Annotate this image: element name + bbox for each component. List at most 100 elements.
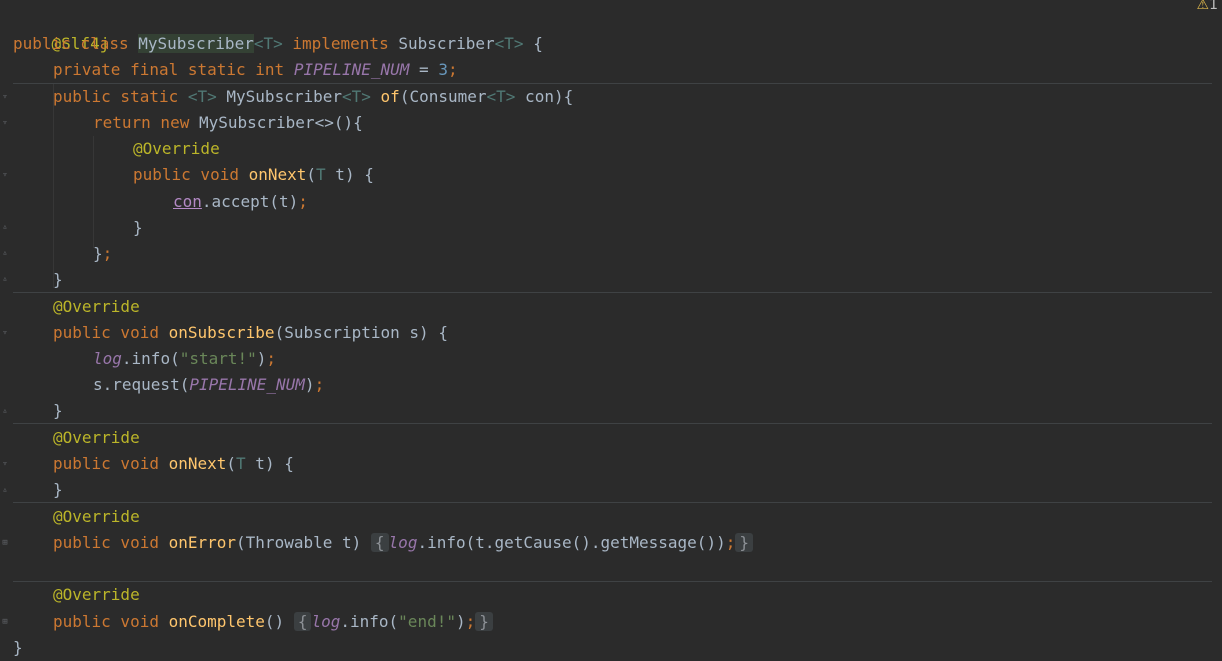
fold-end-icon[interactable]: ▵ (1, 249, 9, 258)
method-separator (13, 292, 1212, 293)
fold-marker-icon[interactable]: ▿ (1, 93, 9, 102)
keyword: return new (93, 113, 199, 132)
brace: } (13, 638, 23, 657)
type-param: T (316, 165, 326, 184)
keyword: public static (53, 87, 188, 106)
code-line-10[interactable]: }; (93, 241, 112, 267)
code-line-2[interactable]: public class MySubscriber<T> implements … (13, 31, 543, 57)
params: (Throwable t) (236, 533, 362, 552)
fold-marker-icon[interactable]: ▿ (1, 460, 9, 469)
code-line-24[interactable]: } (13, 635, 23, 661)
string-literal: "start!" (179, 349, 257, 368)
type-param: <T> (486, 87, 516, 106)
method-name: onNext (248, 165, 307, 184)
code-line-12[interactable]: @Override (53, 294, 140, 320)
code-text: .info( (340, 612, 399, 631)
semicolon: ; (102, 244, 113, 263)
type-param: <T> (494, 34, 524, 53)
annotation: @Override (53, 507, 140, 526)
expand-fold-icon[interactable]: ⊞ (1, 618, 9, 627)
method-name: onSubscribe (168, 323, 275, 342)
operator: = (409, 60, 439, 79)
code-text: MySubscriber<>(){ (198, 113, 363, 132)
code-line-14[interactable]: log.info("start!"); (93, 346, 276, 372)
brace: } (133, 218, 143, 237)
code-line-22[interactable]: @Override (53, 582, 140, 608)
code-text: .info( (121, 349, 180, 368)
annotation: @Override (53, 585, 140, 604)
brace: } (53, 401, 63, 420)
code-line-18[interactable]: public void onNext(T t) { (53, 451, 294, 477)
fold-marker-icon[interactable]: ▿ (1, 119, 9, 128)
code-line-6[interactable]: @Override (133, 136, 220, 162)
semicolon: ; (314, 375, 325, 394)
code-line-13[interactable]: public void onSubscribe(Subscription s) … (53, 320, 448, 346)
fold-marker-icon[interactable]: ▿ (1, 329, 9, 338)
class-name: MySubscriber (138, 34, 254, 53)
type-param: <T> (342, 87, 371, 106)
code-line-1[interactable]: @Slf4j (13, 5, 110, 53)
code-line-19[interactable]: } (53, 477, 63, 503)
fold-marker-icon[interactable]: ▿ (1, 171, 9, 180)
code-line-15[interactable]: s.request(PIPELINE_NUM); (93, 372, 324, 398)
constant: PIPELINE_NUM (293, 60, 410, 79)
folded-brace-close[interactable]: } (475, 612, 493, 631)
keyword: public class (13, 34, 139, 53)
semicolon: ; (725, 533, 736, 552)
type-param: <T> (187, 87, 217, 106)
code-line-17[interactable]: @Override (53, 425, 140, 451)
code-line-8[interactable]: con.accept(t); (173, 189, 308, 215)
paren: ) (256, 349, 267, 368)
number: 3 (438, 60, 448, 79)
folded-brace-close[interactable]: } (735, 533, 753, 552)
code-line-9[interactable]: } (133, 215, 143, 241)
keyword: public void (53, 323, 169, 342)
code-line-7[interactable]: public void onNext(T t) { (133, 162, 374, 188)
method-separator (13, 423, 1212, 424)
logger-field: log (311, 612, 341, 631)
params: (Consumer (399, 87, 487, 106)
annotation: @Override (133, 139, 220, 158)
logger-field: log (388, 533, 418, 552)
expand-fold-icon[interactable]: ⊞ (1, 539, 9, 548)
keyword: public void (53, 533, 169, 552)
code-line-5[interactable]: return new MySubscriber<>(){ (93, 110, 363, 136)
folded-brace-open[interactable]: { (293, 612, 312, 631)
code-editor[interactable]: ▿ ▿ ▿ ▵ ▵ ▵ ▿ ▵ ▿ ▵ ⊞ ⊞ ⚠1 @Slf4j public… (0, 0, 1222, 659)
paren: ( (226, 454, 237, 473)
logger-field: log (93, 349, 122, 368)
type-param: T (236, 454, 246, 473)
code-line-23[interactable]: public void onComplete() {log.info("end!… (53, 609, 493, 635)
captured-variable: con (173, 192, 202, 211)
folded-brace-open[interactable]: { (370, 533, 389, 552)
code-line-4[interactable]: public static <T> MySubscriber<T> of(Con… (53, 84, 573, 110)
code-line-21[interactable]: public void onError(Throwable t) {log.in… (53, 530, 753, 556)
params-rest: con){ (515, 87, 574, 106)
keyword: implements (282, 34, 399, 53)
code-line-20[interactable]: @Override (53, 504, 140, 530)
params-rest: t) { (245, 454, 294, 473)
keyword: private final static int (53, 60, 294, 79)
fold-end-icon[interactable]: ▵ (1, 223, 9, 232)
params: (Subscription s) { (274, 323, 448, 342)
indent-guide (53, 84, 54, 288)
method-separator (13, 581, 1212, 582)
code-line-11[interactable]: } (53, 267, 63, 293)
fold-end-icon[interactable]: ▵ (1, 407, 9, 416)
indent-guide (93, 136, 94, 248)
code-line-3[interactable]: private final static int PIPELINE_NUM = … (53, 57, 458, 83)
semicolon: ; (266, 349, 277, 368)
paren: ) (455, 612, 466, 631)
fold-end-icon[interactable]: ▵ (1, 275, 9, 284)
inspection-widget[interactable]: ⚠1 (1197, 0, 1218, 13)
code-line-16[interactable]: } (53, 398, 63, 424)
annotation: @Override (53, 297, 140, 316)
paren: ( (306, 165, 317, 184)
method-name: onNext (168, 454, 227, 473)
keyword: public void (53, 454, 169, 473)
brace: } (53, 480, 63, 499)
keyword: public void (133, 165, 249, 184)
fold-end-icon[interactable]: ▵ (1, 486, 9, 495)
warning-count: 1 (1209, 0, 1218, 13)
method-name: onComplete (168, 612, 265, 631)
